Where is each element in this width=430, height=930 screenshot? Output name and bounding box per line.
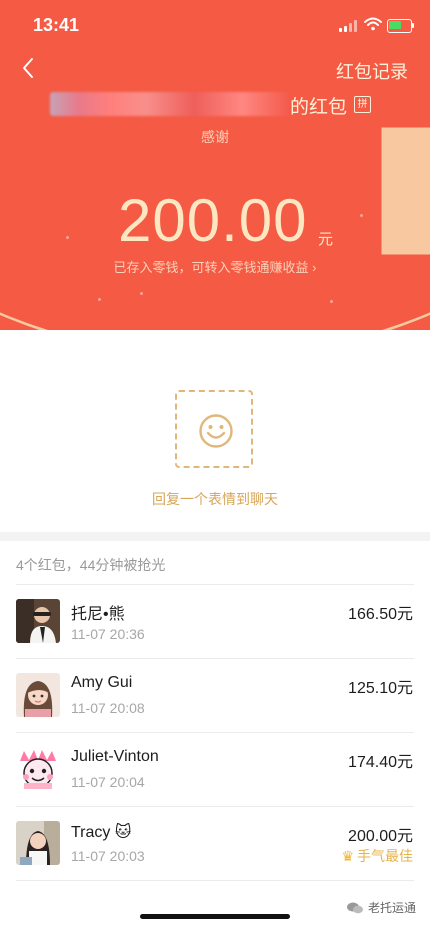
record-amount: 174.40元 [348, 754, 413, 771]
record-name: 托尼•熊 [71, 606, 125, 623]
record-row[interactable]: Amy Gui 11-07 20:08 125.10元 [0, 658, 430, 732]
reply-sticker-button[interactable] [175, 390, 253, 468]
battery-tip [412, 23, 414, 28]
home-indicator[interactable] [140, 914, 290, 919]
record-name: Juliet-Vinton [71, 748, 159, 765]
signal-icon [339, 20, 359, 32]
sparkle-dot [360, 214, 363, 217]
watermark-text: 老托运通 [367, 901, 416, 915]
record-amount: 125.10元 [348, 680, 413, 697]
back-button[interactable] [14, 54, 44, 84]
status-bar: 13:41 [0, 0, 430, 50]
record-time: 11-07 20:36 [71, 626, 145, 642]
avatar [16, 821, 60, 865]
wechat-icon [346, 902, 363, 914]
red-packet-record-link[interactable]: 红包记录 [336, 58, 408, 84]
record-time: 11-07 20:08 [71, 700, 145, 716]
sender-name-blurred [50, 92, 290, 116]
smiley-face-icon [199, 414, 233, 448]
sparkle-dot [66, 236, 69, 239]
deposit-link[interactable]: 已存入零钱，可转入零钱通赚收益 › [0, 257, 430, 276]
chevron-left-icon [23, 58, 33, 78]
avatar [16, 673, 60, 717]
sender-suffix: 的红包 [290, 97, 348, 118]
sparkle-dot [330, 300, 333, 303]
record-row[interactable]: Tracy 🐱 11-07 20:03 200.00元 ♛ 手气最佳 [0, 806, 430, 880]
best-luck-badge: ♛ 手气最佳 [341, 846, 413, 866]
best-luck-label: 手气最佳 [357, 848, 413, 864]
sparkle-dot [140, 292, 143, 295]
pin-badge: 拼 [354, 96, 371, 113]
wifi-icon [364, 17, 382, 31]
received-amount: 200.00 [118, 187, 308, 254]
divider [16, 880, 414, 881]
record-name: Amy Gui [71, 674, 133, 691]
amount-unit: 元 [318, 231, 334, 248]
record-name: Tracy 🐱 [71, 824, 132, 841]
avatar [16, 747, 60, 791]
record-amount: 200.00元 [348, 828, 413, 845]
record-time: 11-07 20:04 [71, 774, 145, 790]
crown-icon: ♛ [341, 848, 354, 864]
record-row[interactable]: Juliet-Vinton 11-07 20:04 174.40元 [0, 732, 430, 806]
record-time: 11-07 20:03 [71, 848, 145, 864]
sparkle-dot [98, 298, 101, 301]
section-divider [0, 532, 430, 541]
packet-summary: 4个红包，44分钟被抢光 [16, 557, 166, 573]
status-time: 13:41 [33, 15, 80, 35]
avatar [16, 599, 60, 643]
reply-label: 回复一个表情到聊天 [152, 491, 278, 507]
battery-icon [387, 19, 412, 33]
record-amount: 166.50元 [348, 606, 413, 623]
sender-line: 的红包 拼 [0, 92, 430, 118]
watermark: 老托运通 [346, 899, 416, 916]
packet-greeting: 感谢 [201, 129, 229, 145]
record-row[interactable]: 托尼•熊 11-07 20:36 166.50元 [0, 584, 430, 658]
